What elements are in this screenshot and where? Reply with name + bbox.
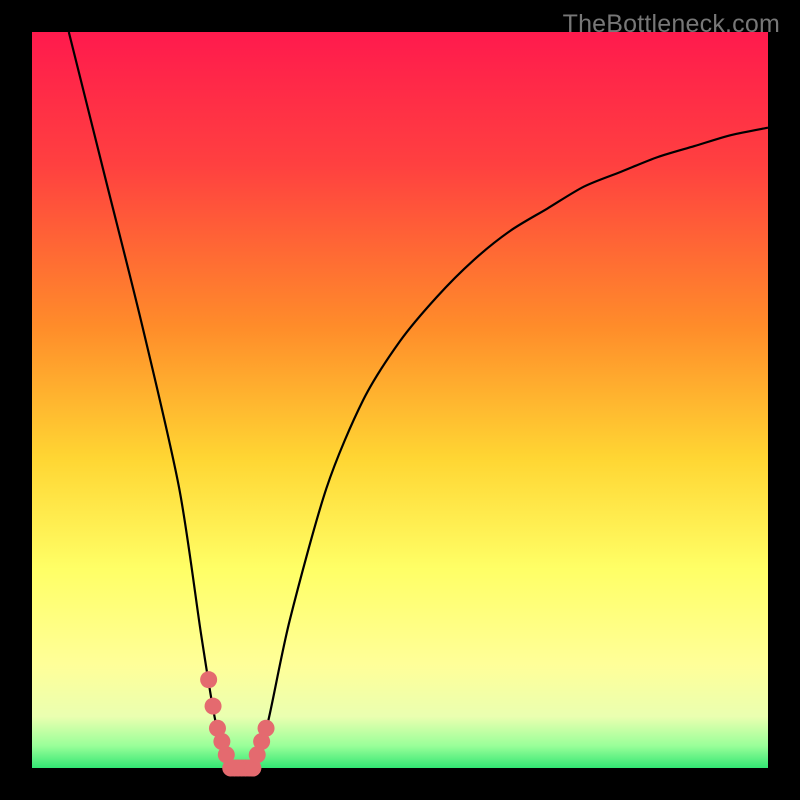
- watermark-text: TheBottleneck.com: [563, 10, 780, 39]
- optimal-marker: [205, 698, 222, 715]
- chart-gradient-background: [32, 32, 768, 768]
- optimal-marker: [258, 720, 275, 737]
- chart-container: TheBottleneck.com: [0, 0, 800, 800]
- bottleneck-chart: [0, 0, 800, 800]
- optimal-marker: [200, 671, 217, 688]
